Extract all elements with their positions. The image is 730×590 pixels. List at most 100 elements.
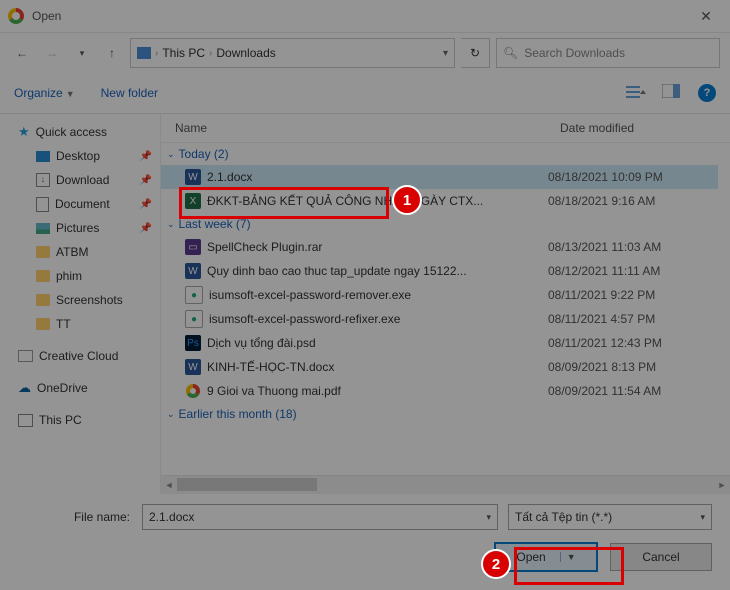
close-button[interactable]: ✕	[690, 4, 722, 28]
scroll-left-button[interactable]: ◄	[161, 476, 177, 493]
new-folder-button[interactable]: New folder	[101, 86, 158, 100]
file-name: 2.1.docx	[207, 170, 548, 184]
folder-icon	[36, 246, 50, 258]
search-icon: 🔍︎	[503, 46, 518, 60]
file-name: KINH-TẾ-HỌC-TN.docx	[207, 360, 548, 374]
file-name: 9 Gioi va Thuong mai.pdf	[207, 384, 548, 398]
file-row[interactable]: ●isumsoft-excel-password-remover.exe08/1…	[161, 283, 718, 307]
filename-value: 2.1.docx	[149, 510, 194, 524]
chevron-down-icon: ▾	[80, 48, 85, 59]
close-icon: ✕	[700, 8, 712, 25]
star-icon: ★	[18, 124, 30, 140]
breadcrumb-downloads[interactable]: Downloads	[216, 46, 275, 60]
sidebar-item-label: TT	[56, 317, 71, 331]
sidebar-item-onedrive[interactable]: ☁OneDrive	[0, 376, 160, 400]
download-icon	[36, 173, 50, 187]
view-options-button[interactable]	[626, 84, 646, 102]
help-button[interactable]: ?	[698, 84, 716, 102]
recent-dropdown[interactable]: ▾	[70, 41, 94, 65]
chevron-down-icon: ⌄	[167, 149, 175, 160]
sidebar-item-pictures[interactable]: Pictures📌	[0, 216, 160, 240]
sidebar-item-label: Document	[55, 197, 110, 211]
file-name: isumsoft-excel-password-remover.exe	[209, 288, 548, 302]
file-date: 08/11/2021 12:43 PM	[548, 336, 718, 350]
breadcrumb-dropdown[interactable]: ▾	[443, 48, 448, 59]
group-label: Earlier this month (18)	[179, 407, 297, 421]
sidebar-item-label: Quick access	[36, 125, 107, 139]
sidebar-item-label: This PC	[39, 413, 82, 427]
sidebar-item-desktop[interactable]: Desktop📌	[0, 144, 160, 168]
sidebar-item-creative-cloud[interactable]: Creative Cloud	[0, 344, 160, 368]
sidebar-item-quick-access[interactable]: ★ Quick access	[0, 120, 160, 144]
word-icon: W	[185, 169, 201, 185]
breadcrumb-pc[interactable]: This PC	[162, 46, 205, 60]
file-row[interactable]: W KINH-TẾ-HỌC-TN.docx08/09/2021 8:13 PM	[161, 355, 718, 379]
file-row[interactable]: 9 Gioi va Thuong mai.pdf08/09/2021 11:54…	[161, 379, 718, 403]
onedrive-icon: ☁	[18, 380, 31, 396]
sidebar-item-atbm[interactable]: ATBM	[0, 240, 160, 264]
file-row[interactable]: PsDịch vụ tổng đài.psd08/11/2021 12:43 P…	[161, 331, 718, 355]
column-name[interactable]: Name	[161, 121, 560, 135]
sidebar: ★ Quick access Desktop📌 Download📌 Documen…	[0, 114, 161, 494]
chevron-right-icon: ›	[209, 48, 212, 59]
annotation-badge-2: 2	[481, 549, 511, 579]
filter-value: Tất cả Tệp tin (*.*)	[515, 510, 612, 524]
horizontal-scrollbar[interactable]: ◄ ►	[161, 475, 730, 494]
group-today[interactable]: ⌄Today (2)	[161, 143, 718, 165]
file-date: 08/09/2021 8:13 PM	[548, 360, 718, 374]
sidebar-item-screenshots[interactable]: Screenshots	[0, 288, 160, 312]
breadcrumb[interactable]: › This PC › Downloads ▾	[130, 38, 455, 68]
up-button[interactable]: ↑	[100, 41, 124, 65]
pc-icon	[18, 414, 33, 427]
file-row[interactable]: XĐKKT-BẢNG KẾT QUẢ CÔNG NHẬN NGÀY CTX...…	[161, 189, 718, 213]
file-type-filter[interactable]: Tất cả Tệp tin (*.*) ▾	[508, 504, 712, 530]
refresh-button[interactable]: ↻	[461, 38, 490, 68]
forward-button[interactable]: →	[40, 41, 64, 65]
chrome-icon	[8, 8, 24, 24]
chevron-down-icon[interactable]: ▼	[560, 552, 576, 562]
chevron-down-icon[interactable]: ▾	[486, 512, 491, 523]
back-button[interactable]: ←	[10, 41, 34, 65]
scroll-right-button[interactable]: ►	[714, 476, 730, 493]
file-row[interactable]: ●isumsoft-excel-password-refixer.exe08/1…	[161, 307, 718, 331]
refresh-icon: ↻	[470, 46, 480, 60]
word-icon: W	[185, 359, 201, 375]
file-date: 08/09/2021 11:54 AM	[548, 384, 718, 398]
group-last-week[interactable]: ⌄Last week (7)	[161, 213, 718, 235]
sidebar-item-document[interactable]: Document 📌	[0, 192, 160, 216]
chevron-down-icon[interactable]: ▾	[700, 512, 705, 523]
column-date[interactable]: Date modified	[560, 121, 730, 135]
cancel-button[interactable]: Cancel	[610, 543, 712, 571]
cancel-label: Cancel	[642, 550, 679, 564]
sidebar-item-phim[interactable]: phim	[0, 264, 160, 288]
search-placeholder: Search Downloads	[524, 46, 625, 60]
search-input[interactable]: 🔍︎ Search Downloads	[496, 38, 720, 68]
file-name: isumsoft-excel-password-refixer.exe	[209, 312, 548, 326]
group-label: Last week (7)	[179, 217, 251, 231]
file-date: 08/11/2021 4:57 PM	[548, 312, 718, 326]
arrow-right-icon: →	[46, 46, 58, 60]
chevron-down-icon: ▼	[66, 89, 75, 99]
column-header[interactable]: Name Date modified	[161, 114, 730, 143]
creative-cloud-icon	[18, 350, 33, 362]
excel-icon: X	[185, 193, 201, 209]
new-folder-label: New folder	[101, 86, 158, 100]
pin-icon: 📌	[140, 199, 152, 210]
sidebar-item-label: ATBM	[56, 245, 88, 259]
folder-icon	[36, 318, 50, 330]
file-row[interactable]: ▭SpellCheck Plugin.rar08/13/2021 11:03 A…	[161, 235, 718, 259]
file-row[interactable]: W 2.1.docx08/18/2021 10:09 PM	[161, 165, 718, 189]
file-name: SpellCheck Plugin.rar	[207, 240, 548, 254]
file-date: 08/18/2021 10:09 PM	[548, 170, 718, 184]
scrollbar-thumb[interactable]	[177, 478, 317, 491]
sidebar-item-download[interactable]: Download📌	[0, 168, 160, 192]
sidebar-item-this-pc[interactable]: This PC	[0, 408, 160, 432]
file-date: 08/13/2021 11:03 AM	[548, 240, 718, 254]
preview-pane-button[interactable]	[662, 84, 682, 102]
filename-input[interactable]: 2.1.docx ▾	[142, 504, 498, 530]
sidebar-item-tt[interactable]: TT	[0, 312, 160, 336]
file-row[interactable]: WQuy dinh bao cao thuc tap_update ngay 1…	[161, 259, 718, 283]
group-earlier[interactable]: ⌄Earlier this month (18)	[161, 403, 718, 425]
document-icon	[36, 197, 49, 212]
organize-menu[interactable]: Organize▼	[14, 86, 75, 100]
